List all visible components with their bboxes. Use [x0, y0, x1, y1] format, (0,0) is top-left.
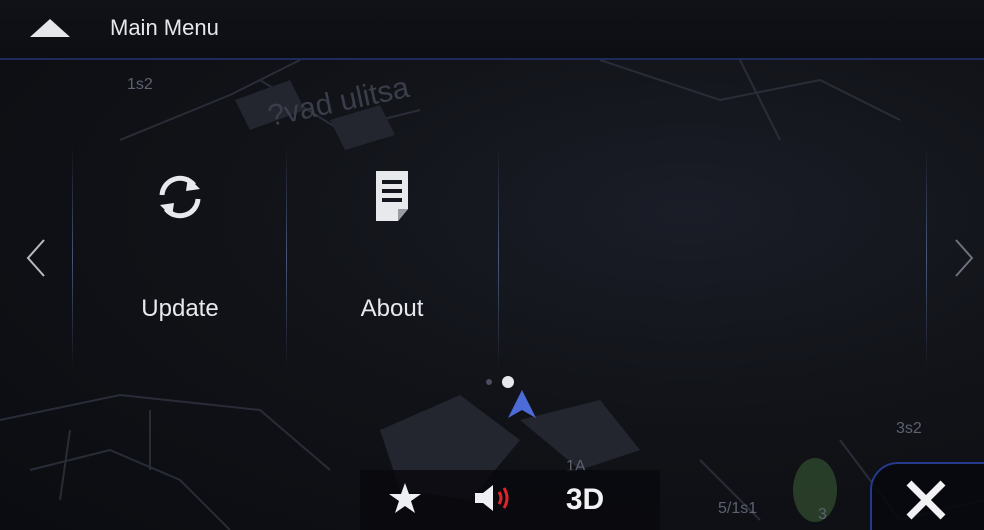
screen: 1s2 ?vad ulitsa 3s2 1A 5/1s1 3 Main Menu	[0, 0, 984, 530]
previous-page-button[interactable]	[16, 235, 56, 285]
chevron-left-icon	[26, 238, 46, 283]
favorites-button[interactable]	[360, 470, 450, 530]
chevron-up-icon	[30, 17, 70, 44]
volume-button[interactable]	[450, 470, 540, 530]
header-bar: Main Menu	[0, 0, 984, 60]
next-page-button[interactable]	[944, 235, 984, 285]
position-marker	[508, 390, 536, 418]
page-indicator	[470, 372, 530, 392]
divider	[72, 145, 73, 370]
document-icon	[286, 167, 498, 227]
map-label: 3s2	[896, 420, 922, 437]
bottom-toolbar: 3D	[360, 470, 660, 530]
map-label: 3	[818, 506, 827, 523]
update-button[interactable]: Update	[74, 145, 286, 370]
star-icon	[388, 481, 422, 520]
page-title: Main Menu	[110, 15, 219, 40]
view-mode-3d-button[interactable]: 3D	[540, 470, 630, 530]
chevron-right-icon	[954, 238, 974, 283]
page-dot-active[interactable]	[502, 376, 514, 388]
map-label: 1s2	[127, 76, 153, 93]
speaker-icon	[473, 483, 517, 518]
page-dot[interactable]	[486, 379, 492, 385]
close-icon	[904, 478, 948, 527]
divider	[926, 145, 927, 370]
refresh-icon	[74, 167, 286, 227]
back-button[interactable]	[20, 10, 80, 50]
map-label: 5/1s1	[718, 500, 758, 517]
menu-panel: Update About	[0, 145, 984, 370]
close-button[interactable]	[870, 462, 984, 530]
about-button[interactable]: About	[286, 145, 498, 370]
divider	[498, 145, 499, 370]
update-label: Update	[141, 295, 219, 322]
about-label: About	[360, 295, 424, 322]
